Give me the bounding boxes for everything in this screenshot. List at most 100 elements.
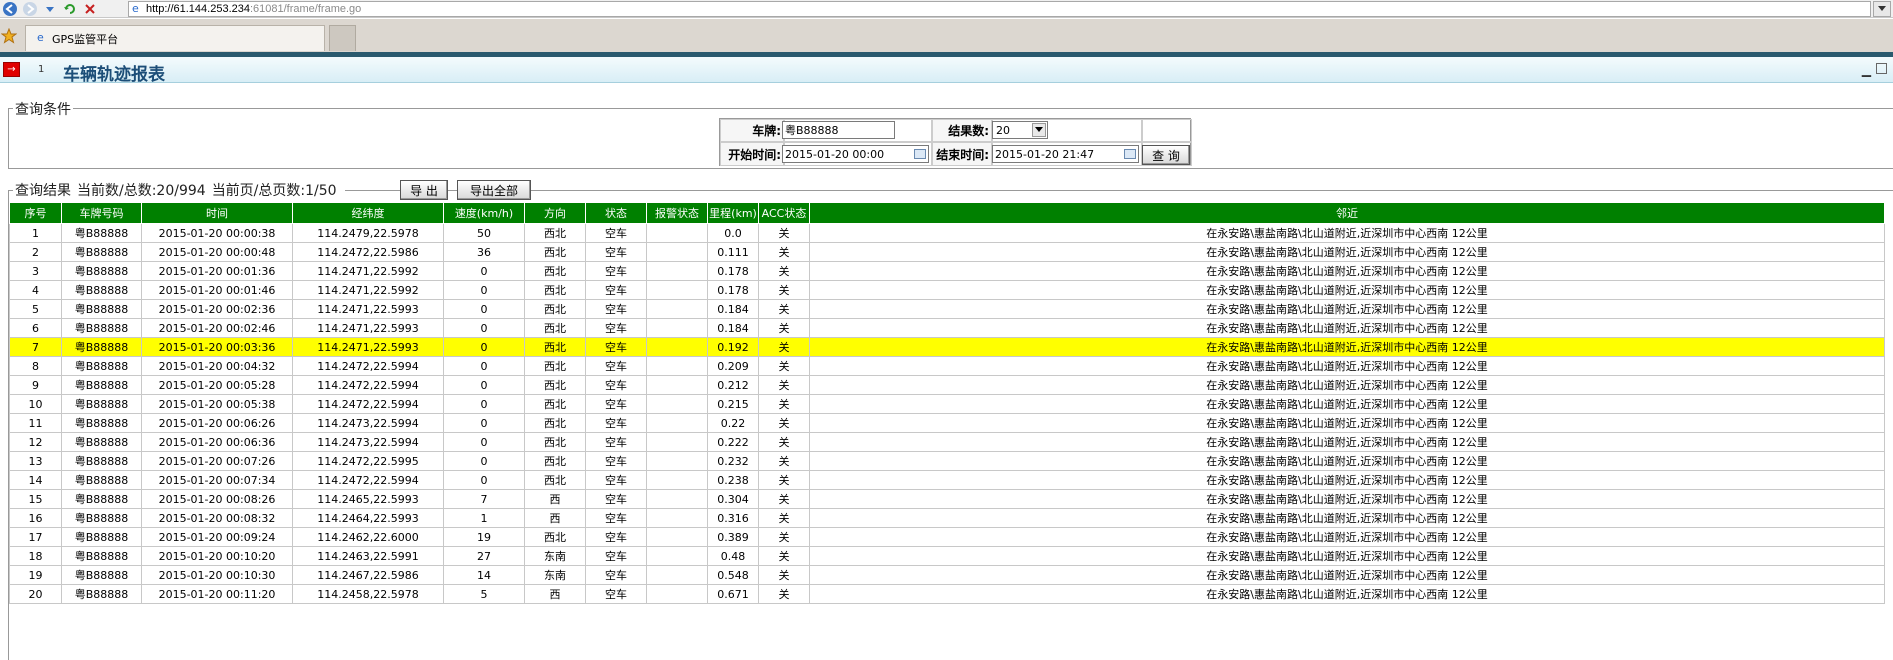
calendar-icon[interactable]	[1124, 149, 1136, 159]
table-row[interactable]: 14 粤B88888 2015-01-20 00:07:34 114.2472,22.…	[9, 470, 1885, 490]
minimize-icon[interactable]: ▁	[1862, 63, 1871, 77]
url-field[interactable]: e http://61.144.253.234:61081/frame/fram…	[128, 1, 1871, 17]
end-time-input[interactable]: 2015-01-20 21:47	[992, 145, 1139, 163]
export-all-button[interactable]: 导出全部	[457, 180, 531, 200]
table-cell: 0.212	[707, 375, 759, 395]
plate-input[interactable]: 粤B88888	[782, 121, 895, 139]
start-time-input[interactable]: 2015-01-20 00:00	[782, 145, 929, 163]
end-label: 结束时间:	[932, 142, 992, 166]
table-row[interactable]: 12 粤B88888 2015-01-20 00:06:36 114.2473,22.…	[9, 432, 1885, 452]
tab-title: GPS监管平台	[52, 32, 119, 46]
table-cell: 关	[758, 223, 810, 243]
table-cell: 114.2473,22.5994	[292, 413, 444, 433]
url-dropdown-icon[interactable]	[1873, 1, 1891, 17]
table-cell: 50	[443, 223, 525, 243]
table-cell: 空车	[585, 565, 647, 585]
forward-icon[interactable]	[20, 1, 40, 17]
table-cell: 关	[758, 432, 810, 452]
table-cell: 东南	[524, 565, 586, 585]
table-cell: 关	[758, 394, 810, 414]
table-row[interactable]: 18 粤B88888 2015-01-20 00:10:20 114.2463,22.…	[9, 546, 1885, 566]
column-header[interactable]: 里程(km)	[707, 202, 759, 224]
page-title: 车辆轨迹报表	[63, 65, 165, 85]
table-cell: 关	[758, 242, 810, 262]
favorites-star-icon[interactable]	[0, 27, 18, 47]
count-label: 结果数:	[932, 119, 992, 142]
table-cell: 114.2472,22.5994	[292, 375, 444, 395]
exit-icon[interactable]: →	[3, 62, 20, 77]
table-cell: 在永安路\惠盐南路\北山道附近,近深圳市中心西南 12公里	[809, 375, 1885, 395]
table-row[interactable]: 5 粤B88888 2015-01-20 00:02:36 114.2471,22.5…	[9, 299, 1885, 319]
calendar-icon[interactable]	[914, 149, 926, 159]
table-row[interactable]: 20 粤B88888 2015-01-20 00:11:20 114.2458,22.…	[9, 584, 1885, 604]
stop-icon[interactable]	[80, 1, 100, 17]
table-cell: 关	[758, 508, 810, 528]
column-header[interactable]: 邻近	[809, 202, 1885, 224]
column-header[interactable]: 序号	[9, 202, 62, 224]
column-header[interactable]: 时间	[141, 202, 293, 224]
table-row[interactable]: 4 粤B88888 2015-01-20 00:01:46 114.2471,22.5…	[9, 280, 1885, 300]
table-cell	[646, 280, 708, 300]
column-header[interactable]: 报警状态	[646, 202, 708, 224]
table-cell: 西北	[524, 261, 586, 281]
table-cell: 西北	[524, 394, 586, 414]
table-row[interactable]: 6 粤B88888 2015-01-20 00:02:46 114.2471,22.5…	[9, 318, 1885, 338]
table-row[interactable]: 8 粤B88888 2015-01-20 00:04:32 114.2472,22.5…	[9, 356, 1885, 376]
table-cell: 5	[443, 584, 525, 604]
table-row[interactable]: 17 粤B88888 2015-01-20 00:09:24 114.2462,22.…	[9, 527, 1885, 547]
table-cell: 114.2471,22.5993	[292, 337, 444, 357]
column-header[interactable]: 状态	[585, 202, 647, 224]
table-row[interactable]: 15 粤B88888 2015-01-20 00:08:26 114.2465,22.…	[9, 489, 1885, 509]
table-row[interactable]: 16 粤B88888 2015-01-20 00:08:32 114.2464,22.…	[9, 508, 1885, 528]
table-cell: 2015-01-20 00:05:28	[141, 375, 293, 395]
table-cell: 空车	[585, 413, 647, 433]
table-cell: 0	[443, 280, 525, 300]
table-cell: 2015-01-20 00:11:20	[141, 584, 293, 604]
table-cell: 空车	[585, 299, 647, 319]
table-cell: 粤B88888	[61, 223, 142, 243]
browser-address-bar: e http://61.144.253.234:61081/frame/fram…	[0, 0, 1893, 18]
refresh-icon[interactable]	[60, 1, 80, 17]
table-cell: 空车	[585, 356, 647, 376]
column-header[interactable]: ACC状态	[758, 202, 810, 224]
back-icon[interactable]	[0, 1, 20, 17]
table-cell: 西北	[524, 375, 586, 395]
column-header[interactable]: 方向	[524, 202, 586, 224]
table-cell: 2015-01-20 00:10:30	[141, 565, 293, 585]
table-cell: 2015-01-20 00:02:46	[141, 318, 293, 338]
select-arrow-icon[interactable]	[1032, 123, 1046, 137]
table-cell: 粤B88888	[61, 565, 142, 585]
maximize-icon[interactable]	[1876, 63, 1887, 74]
table-cell: 114.2472,22.5994	[292, 394, 444, 414]
table-cell: 西	[524, 508, 586, 528]
table-row[interactable]: 19 粤B88888 2015-01-20 00:10:30 114.2467,22.…	[9, 565, 1885, 585]
table-cell: 西北	[524, 337, 586, 357]
table-cell: 在永安路\惠盐南路\北山道附近,近深圳市中心西南 12公里	[809, 280, 1885, 300]
table-cell: 粤B88888	[61, 489, 142, 509]
table-cell: 西北	[524, 223, 586, 243]
history-dropdown-icon[interactable]	[40, 1, 60, 17]
table-row[interactable]: 2 粤B88888 2015-01-20 00:00:48 114.2472,22.5…	[9, 242, 1885, 262]
browser-tab[interactable]: e GPS监管平台	[25, 25, 325, 51]
result-count-select[interactable]: 20	[992, 121, 1048, 139]
table-cell: 西	[524, 489, 586, 509]
table-cell: 2015-01-20 00:07:34	[141, 470, 293, 490]
table-cell: 0	[443, 356, 525, 376]
column-header[interactable]: 经纬度	[292, 202, 444, 224]
table-row[interactable]: 1 粤B88888 2015-01-20 00:00:38 114.2479,22.5…	[9, 223, 1885, 243]
column-header[interactable]: 车牌号码	[61, 202, 142, 224]
table-row[interactable]: 3 粤B88888 2015-01-20 00:01:36 114.2471,22.5…	[9, 261, 1885, 281]
empty-cell	[1142, 119, 1192, 142]
table-cell: 114.2471,22.5992	[292, 261, 444, 281]
table-row[interactable]: 7 粤B88888 2015-01-20 00:03:36 114.2471,22.5…	[9, 337, 1885, 357]
new-tab-button[interactable]	[329, 25, 356, 51]
export-button[interactable]: 导 出	[400, 180, 448, 200]
table-row[interactable]: 11 粤B88888 2015-01-20 00:06:26 114.2473,22.…	[9, 413, 1885, 433]
query-button[interactable]: 查 询	[1142, 145, 1190, 165]
table-cell: 2015-01-20 00:07:26	[141, 451, 293, 471]
column-header[interactable]: 速度(km/h)	[443, 202, 525, 224]
table-row[interactable]: 9 粤B88888 2015-01-20 00:05:28 114.2472,22.5…	[9, 375, 1885, 395]
table-cell: 粤B88888	[61, 394, 142, 414]
table-row[interactable]: 10 粤B88888 2015-01-20 00:05:38 114.2472,22.…	[9, 394, 1885, 414]
table-row[interactable]: 13 粤B88888 2015-01-20 00:07:26 114.2472,22.…	[9, 451, 1885, 471]
